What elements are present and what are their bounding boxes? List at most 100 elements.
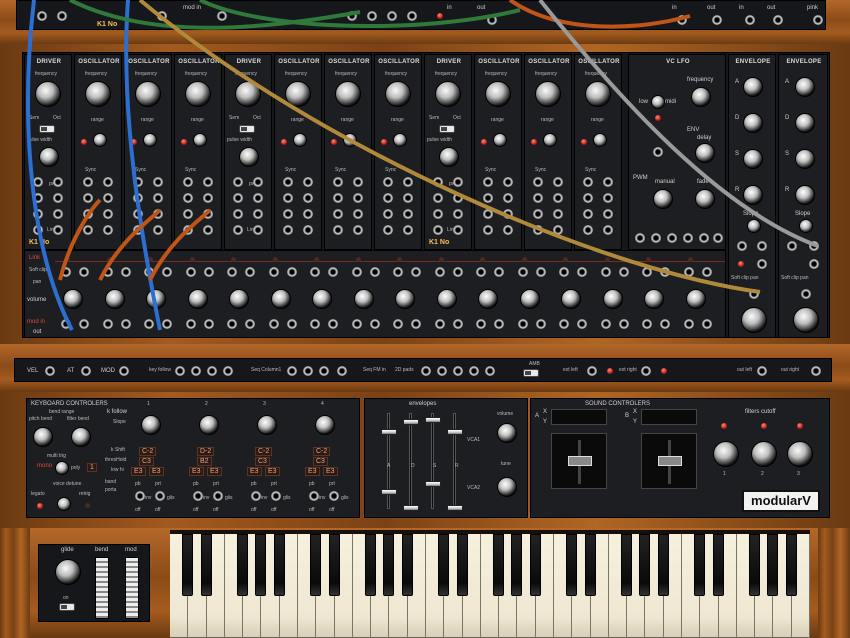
envelope-1-attack-knob[interactable] bbox=[743, 77, 763, 97]
vc-lfo-jack[interactable] bbox=[653, 147, 663, 157]
module-jack[interactable] bbox=[483, 209, 493, 219]
envelope-1-jack[interactable] bbox=[737, 241, 747, 251]
module-jack[interactable] bbox=[553, 225, 563, 235]
frequency-knob[interactable] bbox=[435, 81, 461, 107]
module-jack[interactable] bbox=[583, 177, 593, 187]
kc-hi-note[interactable]: E3 bbox=[149, 467, 164, 476]
out-jack[interactable] bbox=[535, 319, 546, 329]
mod-in-jack[interactable] bbox=[393, 319, 403, 329]
black-key[interactable] bbox=[493, 534, 505, 596]
module-jack[interactable] bbox=[133, 177, 143, 187]
kc-switch[interactable] bbox=[213, 491, 223, 501]
mod-in-jack[interactable] bbox=[227, 319, 237, 329]
module-jack[interactable] bbox=[183, 225, 193, 235]
kc-pitch-bend-knob[interactable] bbox=[33, 427, 53, 447]
top-jack[interactable] bbox=[37, 11, 47, 21]
sc-cutoff-knob-2[interactable] bbox=[751, 441, 777, 467]
top-jack[interactable] bbox=[387, 11, 397, 21]
envelope-1-jack[interactable] bbox=[749, 289, 759, 299]
top-jack[interactable] bbox=[677, 15, 687, 25]
black-key[interactable] bbox=[749, 534, 761, 596]
top-jack[interactable] bbox=[407, 11, 417, 21]
module-jack[interactable] bbox=[283, 177, 293, 187]
envelope-2-jack[interactable] bbox=[809, 241, 819, 251]
link-led[interactable] bbox=[355, 257, 361, 262]
out-jack[interactable] bbox=[411, 319, 421, 329]
pulse-width-knob[interactable] bbox=[39, 147, 59, 167]
black-key[interactable] bbox=[529, 534, 541, 596]
vc-lfo-out-jack[interactable] bbox=[651, 233, 661, 243]
module-jack[interactable] bbox=[303, 209, 313, 219]
volume-knob[interactable] bbox=[436, 289, 457, 309]
env-fader-vca1[interactable] bbox=[447, 429, 463, 435]
volume-knob[interactable] bbox=[104, 289, 125, 309]
module-jack[interactable] bbox=[133, 193, 143, 203]
envelope-2-attack-knob[interactable] bbox=[795, 77, 815, 97]
range-knob[interactable] bbox=[193, 133, 207, 147]
module-jack[interactable] bbox=[303, 193, 313, 203]
module-jack[interactable] bbox=[583, 209, 593, 219]
soft-clip-jack[interactable] bbox=[144, 267, 154, 277]
semi-oct-switch[interactable] bbox=[439, 125, 455, 133]
envelope-2-release-knob[interactable] bbox=[795, 185, 815, 205]
out-jack[interactable] bbox=[79, 319, 89, 329]
module-jack[interactable] bbox=[583, 225, 593, 235]
module-jack[interactable] bbox=[33, 177, 43, 187]
env-volume-knob[interactable] bbox=[497, 423, 517, 443]
module-jack[interactable] bbox=[533, 225, 543, 235]
kc-switch[interactable] bbox=[251, 491, 261, 501]
black-key[interactable] bbox=[237, 534, 249, 596]
mod-in-jack[interactable] bbox=[476, 319, 486, 329]
envelope-2-decay-knob[interactable] bbox=[795, 113, 815, 133]
volume-knob[interactable] bbox=[187, 289, 208, 309]
soft-clip-jack[interactable] bbox=[185, 267, 196, 277]
out-jack[interactable] bbox=[660, 319, 670, 329]
vc-lfo-out-jack[interactable] bbox=[699, 233, 709, 243]
module-jack[interactable] bbox=[283, 209, 293, 219]
module-jack[interactable] bbox=[33, 225, 43, 235]
soft-clip-jack[interactable] bbox=[517, 267, 528, 277]
vc-lfo-manual-knob[interactable] bbox=[653, 189, 673, 209]
envelope-2-volume-knob[interactable] bbox=[793, 307, 819, 333]
black-key[interactable] bbox=[438, 534, 450, 596]
module-jack[interactable] bbox=[403, 193, 413, 203]
kc-slope-knob[interactable] bbox=[141, 415, 161, 435]
link-led[interactable] bbox=[189, 257, 195, 262]
black-key[interactable] bbox=[566, 534, 578, 596]
soft-clip-jack[interactable] bbox=[476, 267, 486, 277]
util-mod-jack[interactable] bbox=[119, 366, 129, 376]
mod-in-jack[interactable] bbox=[268, 319, 279, 329]
soft-clip-jack[interactable] bbox=[61, 267, 71, 277]
kc-low-note[interactable]: E3 bbox=[247, 467, 262, 476]
env-fader-vca1[interactable] bbox=[425, 417, 441, 423]
kc-hi-note[interactable]: E3 bbox=[323, 467, 338, 476]
sc-pad-b-handle[interactable] bbox=[658, 456, 682, 466]
top-jack[interactable] bbox=[487, 15, 497, 25]
module-jack[interactable] bbox=[203, 209, 213, 219]
mod-wheel[interactable] bbox=[125, 557, 139, 619]
link-led[interactable] bbox=[563, 257, 568, 262]
kc-low-note[interactable]: E3 bbox=[305, 467, 320, 476]
module-jack[interactable] bbox=[183, 193, 193, 203]
volume-knob[interactable] bbox=[146, 289, 166, 309]
module-jack[interactable] bbox=[533, 177, 543, 187]
black-key[interactable] bbox=[273, 534, 285, 596]
top-jack[interactable] bbox=[745, 15, 755, 25]
black-key[interactable] bbox=[639, 534, 651, 596]
kc-switch[interactable] bbox=[135, 491, 145, 501]
module-jack[interactable] bbox=[183, 209, 193, 219]
kc-shift-display[interactable]: C-2 bbox=[139, 447, 157, 456]
util-out-right-jack[interactable] bbox=[811, 366, 821, 376]
module-jack[interactable] bbox=[503, 177, 513, 187]
frequency-knob[interactable] bbox=[385, 81, 411, 107]
link-led[interactable] bbox=[646, 257, 651, 262]
out-jack[interactable] bbox=[162, 319, 172, 329]
mod-in-jack[interactable] bbox=[351, 319, 362, 329]
module-jack[interactable] bbox=[603, 177, 613, 187]
mod-in-jack[interactable] bbox=[434, 319, 445, 329]
kc-shift-display[interactable]: C-2 bbox=[313, 447, 331, 456]
util-vel-jack[interactable] bbox=[45, 366, 55, 376]
mod-in-jack[interactable] bbox=[600, 319, 611, 329]
module-jack[interactable] bbox=[233, 225, 243, 235]
black-key[interactable] bbox=[182, 534, 194, 596]
